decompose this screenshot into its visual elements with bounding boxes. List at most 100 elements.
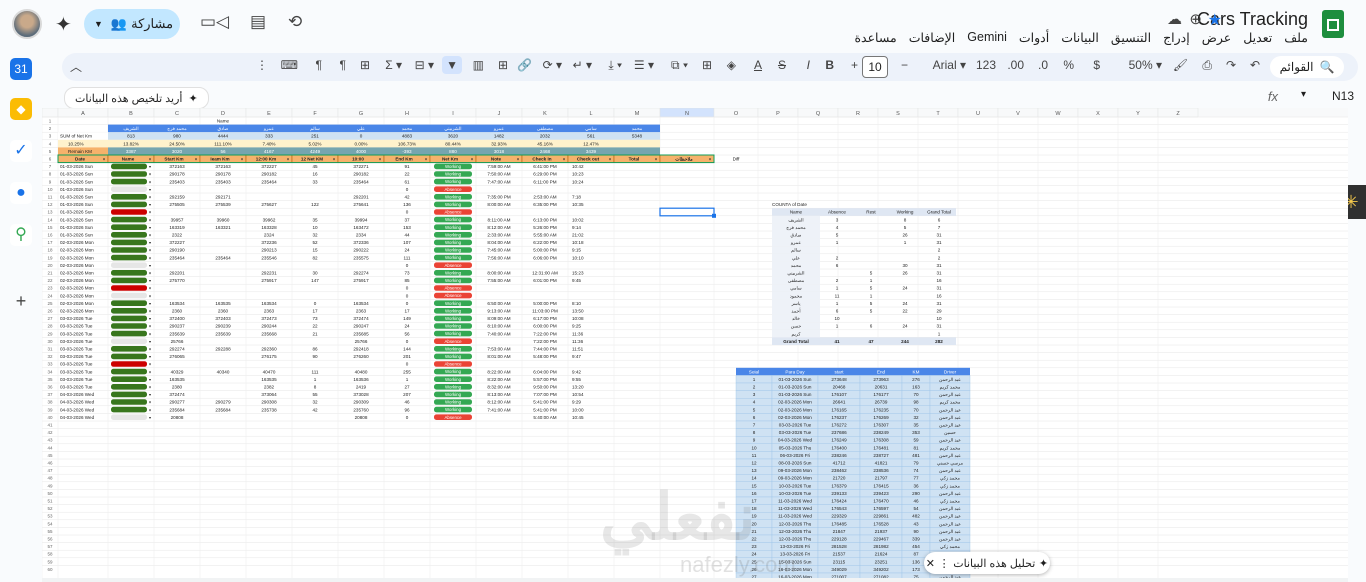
link-icon[interactable]: 🔗 bbox=[517, 58, 532, 72]
menu-item-1[interactable]: تعديل bbox=[1243, 30, 1272, 45]
horizontal-scrollbar[interactable] bbox=[42, 578, 1348, 582]
filter-icon[interactable]: ▼ bbox=[442, 56, 462, 74]
chip-dropdown-icon: ▾ bbox=[149, 195, 151, 200]
maps-icon[interactable]: ⚲ bbox=[10, 224, 32, 246]
functions-icon[interactable]: Σ ▾ bbox=[385, 58, 402, 72]
close-icon[interactable]: ✕ bbox=[926, 557, 935, 570]
chip-dropdown-icon: ▾ bbox=[149, 324, 151, 329]
row-number: 20 bbox=[47, 263, 53, 268]
cloud-icon[interactable]: ☁ bbox=[1167, 10, 1182, 28]
valign-icon[interactable]: ⤓ ▾ bbox=[608, 58, 622, 73]
status-label: Working bbox=[445, 217, 462, 222]
sheets-logo-icon[interactable] bbox=[1322, 10, 1344, 38]
merge-icon[interactable]: ⧉ ▾ bbox=[671, 58, 688, 73]
menu-item-8[interactable]: الإضافات bbox=[909, 30, 956, 45]
video-icon[interactable]: ▭◁ bbox=[200, 12, 229, 32]
text-color-icon[interactable]: A bbox=[754, 58, 762, 72]
check-in: 7:45:00 AM bbox=[487, 248, 510, 253]
increase-decimal-button[interactable]: .00 bbox=[1007, 58, 1024, 72]
number-format-button[interactable]: 123 bbox=[976, 58, 996, 72]
collapse-toolbar-icon[interactable]: ︿ bbox=[70, 58, 82, 75]
chip-dropdown-icon: ▾ bbox=[149, 240, 151, 245]
km-12: 235738 bbox=[261, 407, 277, 412]
menus-search[interactable]: القوائم 🔍 bbox=[1270, 56, 1344, 78]
undo-icon[interactable]: ↶ bbox=[1250, 58, 1260, 72]
log-cell: 136 bbox=[912, 559, 920, 564]
zoom-select[interactable]: 50% ▾ bbox=[1129, 58, 1162, 72]
font-select[interactable]: Arial ▾ bbox=[933, 58, 966, 72]
filter-views-icon[interactable]: ⊟ ▾ bbox=[415, 58, 434, 72]
menu-item-7[interactable]: Gemini bbox=[967, 30, 1007, 45]
menu-item-6[interactable]: أدوات bbox=[1019, 30, 1049, 45]
menu-item-3[interactable]: إدراج bbox=[1163, 30, 1190, 45]
history-icon[interactable]: ⟲ bbox=[288, 12, 302, 32]
calendar-icon[interactable]: 31 bbox=[10, 58, 32, 80]
paint-format-icon[interactable]: 🖌 bbox=[1173, 58, 1188, 72]
name-box[interactable]: N13 bbox=[1332, 89, 1354, 103]
font-size-decrease[interactable]: − bbox=[901, 58, 908, 72]
chart-icon[interactable]: ▥ bbox=[473, 58, 484, 72]
net-km: 73 bbox=[404, 271, 410, 276]
strikethrough-icon[interactable]: S bbox=[778, 58, 786, 72]
menu-item-5[interactable]: البيانات bbox=[1061, 30, 1099, 45]
font-size-input[interactable]: 10 bbox=[862, 56, 888, 78]
rtl-icon[interactable]: ¶ bbox=[340, 58, 346, 72]
keyboard-icon[interactable]: ⌨ bbox=[281, 58, 298, 72]
name-box-dropdown-icon[interactable]: ▾ bbox=[1301, 89, 1306, 100]
log-cell: 238536 bbox=[873, 468, 889, 473]
halign-icon[interactable]: ☰ ▾ bbox=[634, 58, 654, 72]
avatar[interactable] bbox=[12, 9, 42, 39]
item-km: 235639 bbox=[215, 331, 231, 336]
rotate-icon[interactable]: ⟳ ▾ bbox=[543, 58, 562, 72]
tasks-icon[interactable]: ✓ bbox=[10, 140, 32, 162]
wrap-icon[interactable]: ↵ ▾ bbox=[573, 58, 592, 72]
ltr-icon[interactable]: ¶ bbox=[316, 58, 322, 72]
italic-button[interactable]: I bbox=[807, 58, 810, 72]
decrease-decimal-button[interactable]: .0 bbox=[1038, 58, 1048, 72]
net-12: 147 bbox=[311, 278, 319, 283]
chevron-down-icon[interactable]: ▼ bbox=[94, 19, 103, 29]
more-vert-icon[interactable]: ⋮ bbox=[939, 557, 950, 570]
comment-icon[interactable]: ▤ bbox=[250, 12, 266, 32]
date-cell: 02-03-2026 Mon bbox=[60, 301, 94, 306]
pivot-cell: 5 bbox=[870, 271, 873, 276]
log-cell: 239423 bbox=[873, 491, 889, 496]
table-icon[interactable]: ⊞ bbox=[360, 58, 370, 72]
borders-icon[interactable]: ⊞ bbox=[702, 58, 712, 72]
column-title: Check in bbox=[532, 157, 551, 162]
add-addon-icon[interactable]: + bbox=[10, 290, 32, 312]
net-12: 21 bbox=[312, 331, 318, 336]
menu-item-4[interactable]: التنسيق bbox=[1111, 30, 1151, 45]
comment-add-icon[interactable]: ⊞ bbox=[498, 58, 508, 72]
check-out: 6:22:00 PM bbox=[533, 240, 557, 245]
gemini-icon[interactable]: ✦ bbox=[55, 12, 72, 37]
print-icon[interactable]: ⎙ bbox=[1202, 58, 1212, 73]
log-cell: 229467 bbox=[873, 537, 889, 542]
menu-item-9[interactable]: مساعدة bbox=[854, 30, 896, 45]
keep-icon[interactable]: ◆ bbox=[10, 98, 32, 120]
filter-dropdown-icon: ▾ bbox=[195, 157, 197, 162]
more-icon[interactable]: ⋮ bbox=[256, 58, 268, 72]
star-icon[interactable]: ★ bbox=[1208, 10, 1222, 30]
font-size-increase[interactable]: + bbox=[851, 58, 858, 72]
move-icon[interactable]: ⊕ bbox=[1189, 10, 1202, 28]
check-out: 5:40:00 AM bbox=[533, 415, 556, 420]
redo-icon[interactable]: ↷ bbox=[1226, 58, 1236, 72]
share-button[interactable]: ▼ 👥 مشاركة bbox=[84, 9, 180, 39]
menu-item-0[interactable]: ملف bbox=[1284, 30, 1308, 45]
menu-item-2[interactable]: عرض bbox=[1202, 30, 1231, 45]
log-cell: 21937 bbox=[875, 529, 888, 534]
currency-button[interactable]: $ bbox=[1093, 58, 1100, 72]
name-chip bbox=[111, 186, 147, 192]
chip-dropdown-icon: ▾ bbox=[149, 407, 151, 412]
bold-button[interactable]: B bbox=[825, 58, 834, 72]
pivot-cell: 31 bbox=[936, 263, 942, 268]
km-12: 292360 bbox=[261, 347, 277, 352]
fill-color-icon[interactable]: ◈ bbox=[727, 58, 736, 72]
summarize-suggestion[interactable]: أريد تلخيص هذه البيانات ✦ bbox=[64, 87, 209, 109]
analyze-data-chip[interactable]: ✕ ⋮ تحليل هذه البيانات ✦ bbox=[924, 552, 1050, 574]
percent-button[interactable]: % bbox=[1063, 58, 1074, 72]
row-number: 31 bbox=[47, 347, 53, 352]
contacts-icon[interactable]: ● bbox=[10, 182, 32, 204]
chip-dropdown-icon: ▾ bbox=[149, 339, 151, 344]
